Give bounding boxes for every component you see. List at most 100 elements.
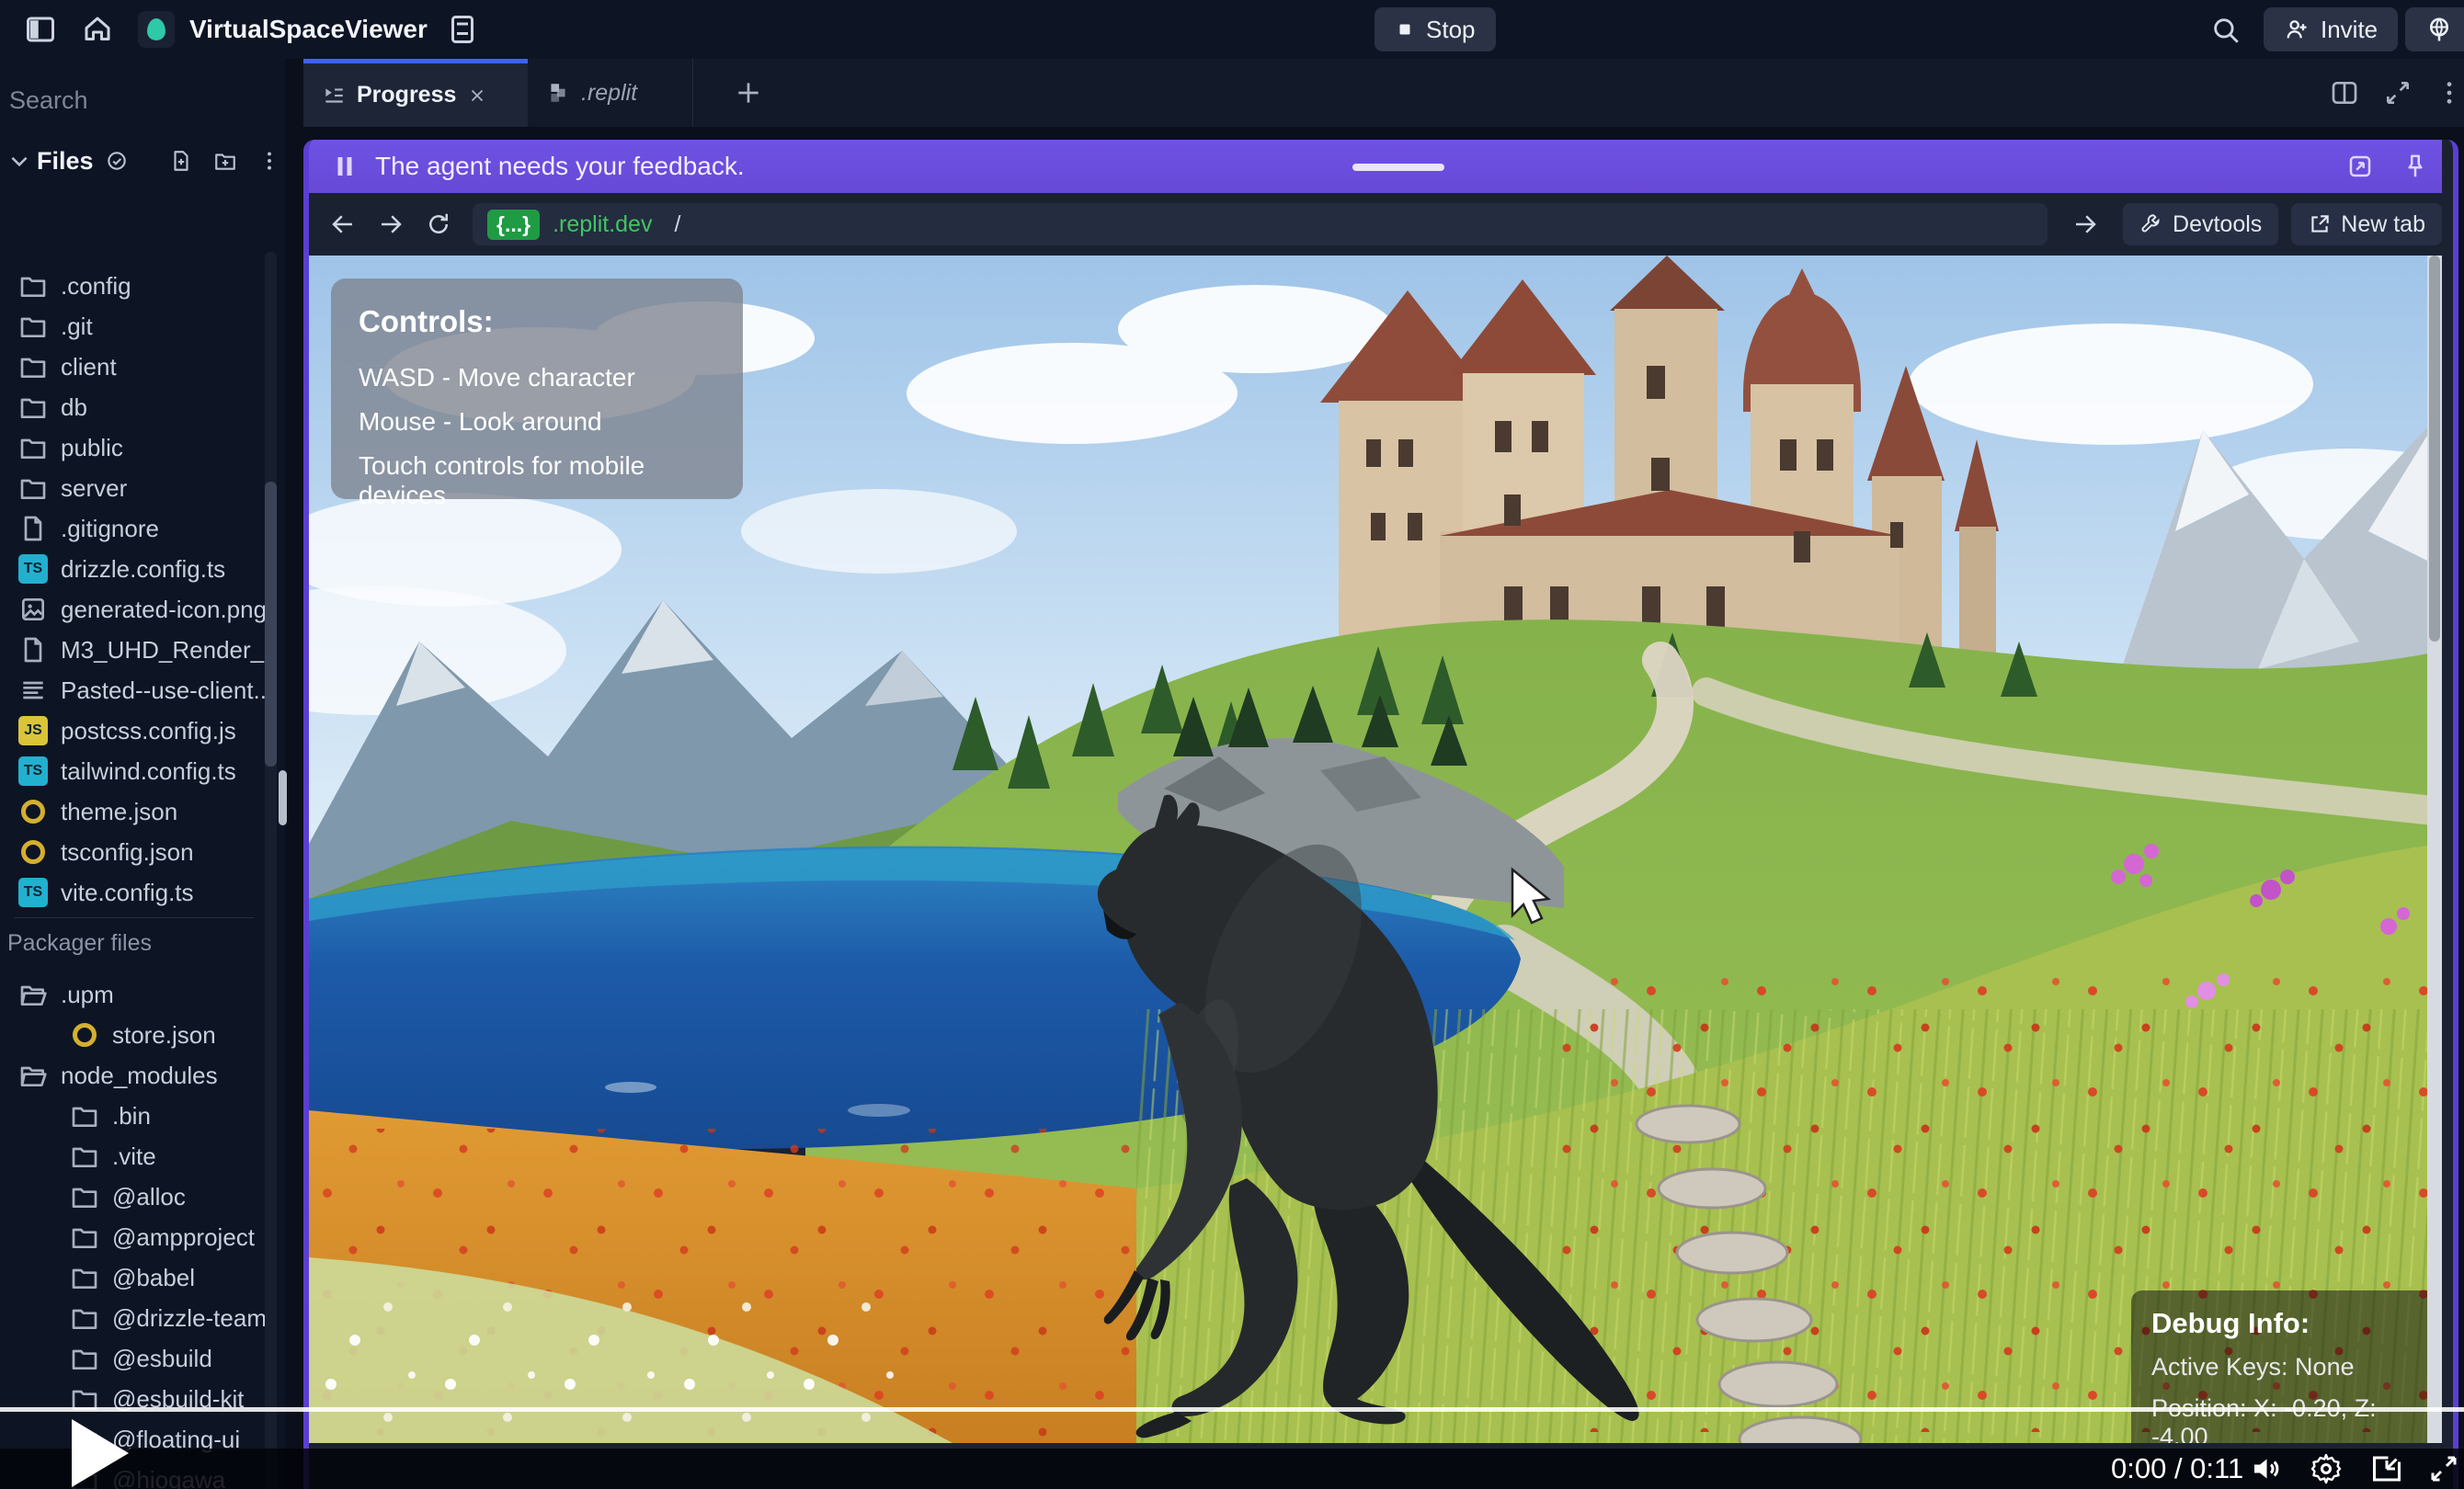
stop-square-icon — [1395, 19, 1415, 40]
tab-progress[interactable]: Progress — [303, 59, 528, 127]
volume-icon[interactable] — [2249, 1452, 2282, 1485]
top-header: VirtualSpaceViewer Stop Invite D — [0, 0, 2464, 59]
video-bottom-bar — [0, 1449, 2464, 1489]
person-plus-icon — [2284, 17, 2310, 42]
file-tree-item[interactable]: .bin — [0, 1096, 267, 1136]
file-tree-item[interactable]: Pasted--use-client... — [0, 670, 267, 710]
stop-button[interactable]: Stop — [1375, 7, 1496, 51]
go-arrow-icon[interactable] — [2071, 210, 2099, 238]
json-icon — [73, 1023, 97, 1047]
image-icon — [18, 595, 48, 624]
file-tree-item[interactable]: db — [0, 387, 267, 427]
invite-button[interactable]: Invite — [2264, 7, 2398, 51]
file-tree-item[interactable]: .config — [0, 266, 267, 306]
file-tree-item[interactable]: @alloc — [0, 1176, 267, 1217]
file-tree-item[interactable]: @esbuild — [0, 1338, 267, 1379]
file-sidebar: Files .config .git client db public serv… — [0, 59, 285, 1489]
file-tree-item[interactable]: TSdrizzle.config.ts — [0, 549, 267, 589]
forward-icon[interactable] — [377, 210, 405, 238]
panel-resize-handle[interactable] — [279, 770, 287, 825]
url-bar[interactable]: {...} .replit.dev / — [473, 203, 2048, 245]
devices-icon[interactable] — [446, 13, 479, 46]
search-input[interactable] — [7, 81, 259, 119]
file-tree-item[interactable]: @esbuild-kit — [0, 1379, 267, 1419]
file-tree-item[interactable]: .gitignore — [0, 508, 267, 549]
progress-tab-icon — [322, 84, 346, 108]
check-circle-icon[interactable] — [105, 149, 129, 173]
controls-overlay: Controls: WASD - Move character Mouse - … — [331, 278, 743, 499]
controls-line: Touch controls for mobile devices — [359, 451, 715, 510]
search-icon[interactable] — [2210, 15, 2242, 46]
typescript-icon: TS — [18, 878, 48, 907]
file-tree-item[interactable]: @babel — [0, 1257, 267, 1298]
banner-progress-dash — [1352, 164, 1444, 171]
sidebar-scrollbar-thumb[interactable] — [265, 482, 277, 767]
main-pane: Progress .replit The agent needs your fe… — [303, 59, 2464, 1489]
file-tree-item[interactable]: JSpostcss.config.js — [0, 710, 267, 751]
sidebar-scrollbar-track[interactable] — [265, 252, 277, 1489]
chevron-down-icon[interactable] — [7, 149, 31, 173]
tab-replit[interactable]: .replit — [528, 59, 693, 127]
external-link-icon — [2308, 212, 2332, 236]
settings-gear-icon[interactable] — [2310, 1452, 2343, 1485]
file-tree-item[interactable]: .upm — [0, 974, 267, 1015]
controls-title: Controls: — [359, 304, 715, 339]
file-tree-item[interactable]: @ampproject — [0, 1217, 267, 1257]
file-tree-item[interactable]: .vite — [0, 1136, 267, 1176]
file-tree-item[interactable]: generated-icon.png — [0, 589, 267, 630]
folder-icon — [18, 271, 48, 301]
home-icon[interactable] — [81, 13, 114, 46]
pane-menu-icon[interactable] — [2435, 78, 2464, 108]
globe-icon — [2425, 16, 2453, 43]
file-tree-item[interactable]: theme.json — [0, 791, 267, 832]
expand-pane-icon[interactable] — [2383, 78, 2413, 108]
pin-icon[interactable] — [2401, 153, 2429, 180]
file-tree-item[interactable]: store.json — [0, 1015, 267, 1055]
file-tree-item[interactable]: server — [0, 468, 267, 508]
webview-scrollbar-thumb[interactable] — [2429, 256, 2440, 642]
split-pane-icon[interactable] — [2330, 78, 2359, 108]
file-tree-item[interactable]: TStailwind.config.ts — [0, 751, 267, 791]
file-tree-item[interactable]: node_modules — [0, 1055, 267, 1096]
close-icon[interactable] — [467, 85, 487, 106]
pause-icon — [331, 153, 359, 180]
file-tree-item[interactable]: TSvite.config.ts — [0, 872, 267, 913]
fullscreen-icon[interactable] — [2427, 1452, 2460, 1485]
open-external-icon[interactable] — [2346, 153, 2374, 180]
file-tree-item[interactable]: client — [0, 347, 267, 387]
play-button[interactable] — [72, 1419, 129, 1487]
file-tree-item[interactable]: tsconfig.json — [0, 832, 267, 872]
orange-field — [309, 1110, 1136, 1443]
typescript-icon: TS — [18, 756, 48, 786]
game-viewport[interactable]: Controls: WASD - Move character Mouse - … — [309, 256, 2442, 1443]
video-time: 0:00 / 0:11 — [2111, 1449, 2243, 1489]
new-file-icon[interactable] — [169, 149, 193, 173]
file-tree-item[interactable]: M3_UHD_Render_... — [0, 630, 267, 670]
file-tree-item[interactable]: @drizzle-team — [0, 1298, 267, 1338]
sidebar-toggle-icon[interactable] — [24, 13, 57, 46]
kebab-icon[interactable] — [257, 149, 281, 173]
devtools-button[interactable]: Devtools — [2123, 203, 2278, 245]
folder-icon — [18, 473, 48, 503]
deploy-button[interactable]: D — [2405, 7, 2464, 51]
new-tab-button[interactable]: New tab — [2291, 203, 2442, 245]
url-domain: .replit.dev — [553, 211, 652, 238]
project-avatar[interactable] — [138, 11, 175, 48]
packager-section-label: Packager files — [7, 930, 152, 957]
folder-icon — [18, 312, 48, 341]
agent-feedback-banner[interactable]: The agent needs your feedback. — [309, 140, 2442, 193]
folder-icon — [18, 352, 48, 381]
javascript-icon: JS — [18, 716, 48, 745]
files-header: Files — [0, 140, 285, 182]
back-icon[interactable] — [329, 210, 357, 238]
video-scrubber[interactable] — [0, 1407, 2464, 1412]
new-folder-icon[interactable] — [213, 149, 237, 173]
folder-icon — [70, 1344, 99, 1373]
folder-icon — [18, 392, 48, 422]
file-tree-item[interactable]: public — [0, 427, 267, 468]
new-tab-plus-icon[interactable] — [734, 78, 763, 108]
reload-icon[interactable] — [425, 210, 452, 238]
page: VirtualSpaceViewer Stop Invite D Files .… — [0, 0, 2464, 1489]
file-tree-item[interactable]: .git — [0, 306, 267, 347]
pip-icon[interactable] — [2370, 1452, 2403, 1485]
